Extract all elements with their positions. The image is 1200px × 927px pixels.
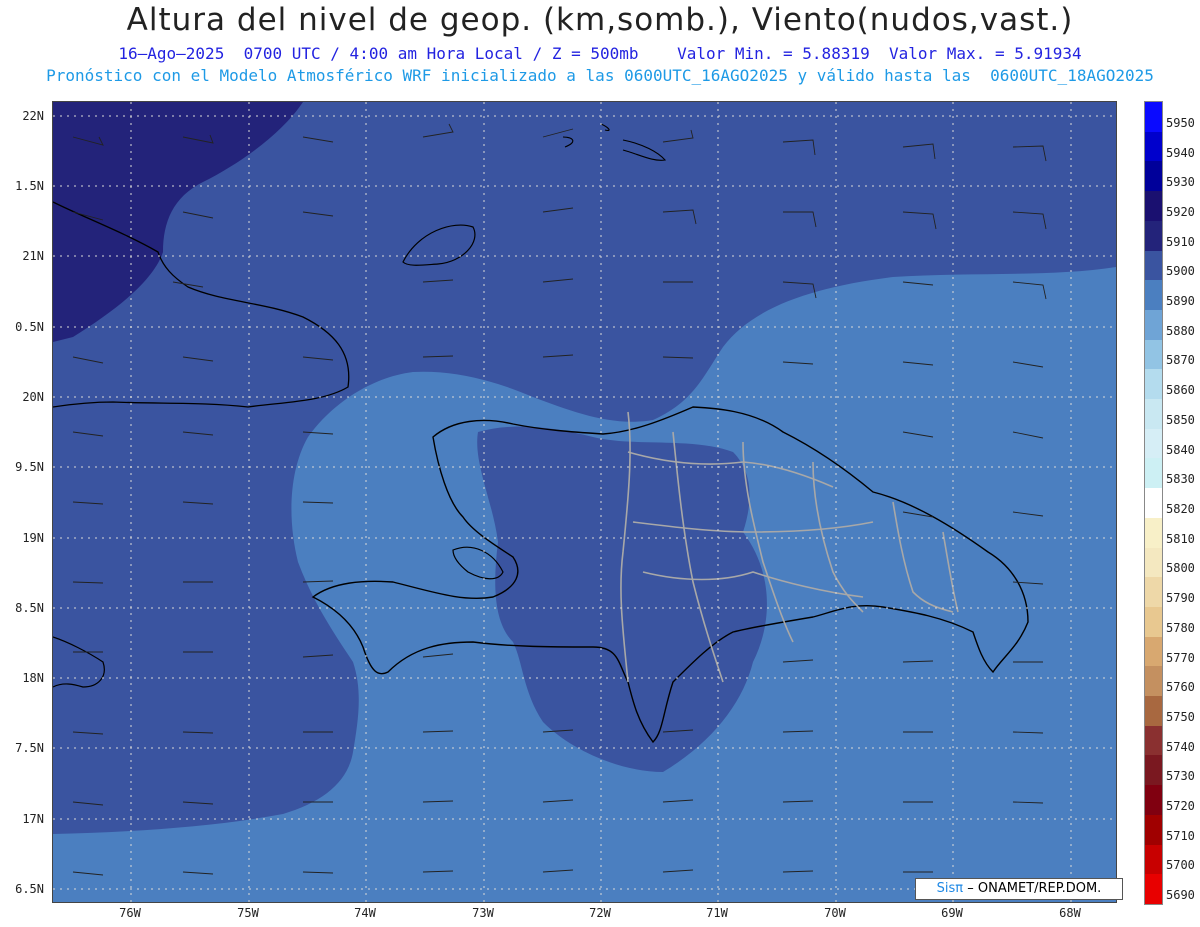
colorbar-swatch (1145, 547, 1162, 578)
lon-label: 70W (824, 906, 846, 920)
lon-label: 69W (941, 906, 963, 920)
lat-label: 17N (22, 812, 44, 826)
colorbar-swatch (1145, 458, 1162, 489)
colorbar-swatch (1145, 191, 1162, 221)
colorbar-swatch (1145, 874, 1162, 904)
colorbar-level-label: 5690 (1166, 888, 1195, 903)
lat-label: 6.5N (15, 882, 44, 896)
colorbar-swatch (1145, 844, 1162, 875)
lat-label: 18N (22, 671, 44, 685)
colorbar-level-label: 5940 (1166, 145, 1195, 160)
lat-label: 20N (22, 390, 44, 404)
colorbar-level-label: 5770 (1166, 650, 1195, 665)
colorbar-swatch (1145, 369, 1162, 400)
colorbar-swatch (1145, 814, 1162, 845)
colorbar-level-label: 5910 (1166, 234, 1195, 249)
colorbar-swatch (1145, 280, 1162, 310)
colorbar-level-label: 5800 (1166, 561, 1195, 576)
colorbar-swatch (1145, 102, 1162, 132)
lon-label: 71W (706, 906, 728, 920)
lon-label: 68W (1059, 906, 1081, 920)
lat-label: 9.5N (15, 460, 44, 474)
colorbar-level-label: 5930 (1166, 175, 1195, 190)
colorbar-swatch (1145, 785, 1162, 815)
colorbar-swatch (1145, 250, 1162, 281)
lat-label: 19N (22, 531, 44, 545)
lat-label: 22N (22, 109, 44, 123)
colorbar-level-label: 5850 (1166, 412, 1195, 427)
colorbar-swatch (1145, 339, 1162, 370)
colorbar-level-label: 5880 (1166, 323, 1195, 338)
forecast-map (52, 101, 1117, 903)
colorbar-swatch (1145, 309, 1162, 340)
lon-label: 74W (354, 906, 376, 920)
lat-label: 21N (22, 249, 44, 263)
colorbar-swatch (1145, 755, 1162, 786)
lon-label: 73W (472, 906, 494, 920)
colorbar-level-label: 5860 (1166, 383, 1195, 398)
colorbar-level-label: 5790 (1166, 591, 1195, 606)
colorbar-level-label: 5840 (1166, 442, 1195, 457)
colorbar-level-label: 5700 (1166, 858, 1195, 873)
colorbar-level-label: 5710 (1166, 828, 1195, 843)
lon-label: 72W (589, 906, 611, 920)
colorbar-level-label: 5750 (1166, 709, 1195, 724)
lat-label: 7.5N (15, 741, 44, 755)
colorbar-swatch (1145, 428, 1162, 459)
colorbar-level-label: 5780 (1166, 620, 1195, 635)
colorbar-level-label: 5920 (1166, 204, 1195, 219)
credit-text: – ONAMET/REP.DOM. (967, 881, 1102, 896)
forecast-time-subtitle: 16–Ago–2025 0700 UTC / 4:00 am Hora Loca… (118, 44, 1082, 63)
colorbar-swatch (1145, 577, 1162, 607)
map-canvas (53, 102, 1116, 902)
sispi-logo: Sisπ (936, 881, 964, 896)
colorbar-level-label: 5870 (1166, 353, 1195, 368)
colorbar-level-label: 5720 (1166, 799, 1195, 814)
lat-label: 1.5N (15, 179, 44, 193)
lon-label: 75W (237, 906, 259, 920)
colorbar-level-label: 5810 (1166, 531, 1195, 546)
colorbar-swatch (1145, 636, 1162, 667)
colorbar-level-label: 5820 (1166, 502, 1195, 516)
model-info-subtitle: Pronóstico con el Modelo Atmosférico WRF… (46, 66, 1154, 85)
colorbar-swatch (1145, 488, 1162, 518)
colorbar-swatch (1145, 725, 1162, 756)
lat-label: 8.5N (15, 601, 44, 615)
colorbar-level-label: 5760 (1166, 680, 1195, 695)
colorbar-level-label: 5740 (1166, 739, 1195, 754)
lat-label: 0.5N (15, 320, 44, 334)
colorbar-swatch (1145, 696, 1162, 726)
colorbar-swatch (1145, 517, 1162, 548)
colorbar-swatch (1145, 220, 1162, 251)
colorbar-swatch (1145, 666, 1162, 697)
colorbar-level-label: 5890 (1166, 294, 1195, 309)
colorbar-swatch (1145, 161, 1162, 192)
map-title: Altura del nivel de geop. (km,somb.), Vi… (126, 2, 1074, 38)
colorbar-level-label: 5730 (1166, 769, 1195, 784)
credit-box: Sisπ – ONAMET/REP.DOM. (915, 878, 1123, 900)
lon-label: 76W (119, 906, 141, 920)
colorbar-swatch (1145, 606, 1162, 637)
colorbar-level-label: 5830 (1166, 472, 1195, 487)
colorbar-level-label: 5900 (1166, 264, 1195, 279)
colorbar (1144, 101, 1163, 905)
colorbar-swatch (1145, 131, 1162, 162)
colorbar-swatch (1145, 399, 1162, 429)
colorbar-level-label: 5950 (1166, 115, 1195, 130)
